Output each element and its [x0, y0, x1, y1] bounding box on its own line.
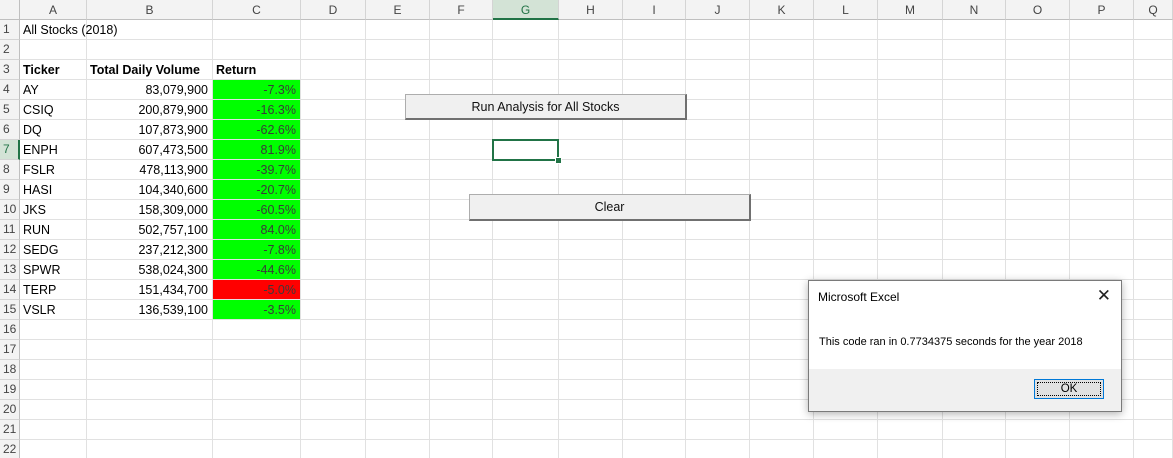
- column-header-d[interactable]: D: [301, 0, 366, 20]
- row-header-8[interactable]: 8: [0, 160, 20, 180]
- ticker-cell[interactable]: VSLR: [20, 300, 86, 319]
- row-header-22[interactable]: 22: [0, 440, 20, 458]
- row-header-20[interactable]: 20: [0, 400, 20, 420]
- ok-button[interactable]: OK: [1034, 379, 1104, 399]
- row-header-12[interactable]: 12: [0, 240, 20, 260]
- close-icon[interactable]: ✕: [1097, 286, 1111, 306]
- volume-cell[interactable]: 158,309,000: [87, 200, 212, 219]
- volume-cell[interactable]: 607,473,500: [87, 140, 212, 159]
- ticker-cell[interactable]: RUN: [20, 220, 86, 239]
- column-header-n[interactable]: N: [943, 0, 1006, 20]
- dialog-title: Microsoft Excel: [818, 290, 900, 304]
- row-header-1[interactable]: 1: [0, 20, 20, 40]
- return-cell[interactable]: -7.3%: [213, 80, 300, 99]
- volume-cell[interactable]: 237,212,300: [87, 240, 212, 259]
- volume-cell[interactable]: 200,879,900: [87, 100, 212, 119]
- ticker-cell[interactable]: HASI: [20, 180, 86, 199]
- column-header-h[interactable]: H: [559, 0, 623, 20]
- gridline-horizontal: [20, 419, 1173, 420]
- column-header-l[interactable]: L: [814, 0, 878, 20]
- ticker-cell[interactable]: TERP: [20, 280, 86, 299]
- return-cell[interactable]: -60.5%: [213, 200, 300, 219]
- column-header-f[interactable]: F: [430, 0, 493, 20]
- column-header-o[interactable]: O: [1006, 0, 1070, 20]
- sheet-title-cell[interactable]: All Stocks (2018): [20, 20, 212, 39]
- return-cell[interactable]: 84.0%: [213, 220, 300, 239]
- column-header-e[interactable]: E: [366, 0, 430, 20]
- column-header-q[interactable]: Q: [1134, 0, 1173, 20]
- column-header-a[interactable]: A: [20, 0, 87, 20]
- header-ticker-cell[interactable]: Ticker: [20, 60, 86, 79]
- ticker-cell[interactable]: FSLR: [20, 160, 86, 179]
- ticker-cell[interactable]: SPWR: [20, 260, 86, 279]
- volume-cell[interactable]: 136,539,100: [87, 300, 212, 319]
- column-header-c[interactable]: C: [213, 0, 301, 20]
- row-header-3[interactable]: 3: [0, 60, 20, 80]
- return-cell[interactable]: 81.9%: [213, 140, 300, 159]
- ticker-cell[interactable]: ENPH: [20, 140, 86, 159]
- volume-cell[interactable]: 107,873,900: [87, 120, 212, 139]
- row-header-18[interactable]: 18: [0, 360, 20, 380]
- ticker-cell[interactable]: CSIQ: [20, 100, 86, 119]
- row-header-2[interactable]: 2: [0, 40, 20, 60]
- row-header-14[interactable]: 14: [0, 280, 20, 300]
- row-header-11[interactable]: 11: [0, 220, 20, 240]
- row-header-17[interactable]: 17: [0, 340, 20, 360]
- row-header-4[interactable]: 4: [0, 80, 20, 100]
- row-header-21[interactable]: 21: [0, 420, 20, 440]
- ticker-cell[interactable]: JKS: [20, 200, 86, 219]
- row-header-6[interactable]: 6: [0, 120, 20, 140]
- row-header-19[interactable]: 19: [0, 380, 20, 400]
- row-header-10[interactable]: 10: [0, 200, 20, 220]
- return-cell[interactable]: -3.5%: [213, 300, 300, 319]
- row-header-9[interactable]: 9: [0, 180, 20, 200]
- volume-cell[interactable]: 538,024,300: [87, 260, 212, 279]
- row-header-7[interactable]: 7: [0, 140, 20, 160]
- row-header-15[interactable]: 15: [0, 300, 20, 320]
- clear-button[interactable]: Clear: [469, 194, 751, 221]
- column-header-p[interactable]: P: [1070, 0, 1134, 20]
- ticker-cell[interactable]: AY: [20, 80, 86, 99]
- header-volume-cell[interactable]: Total Daily Volume: [87, 60, 212, 79]
- volume-cell[interactable]: 83,079,900: [87, 80, 212, 99]
- volume-cell[interactable]: 502,757,100: [87, 220, 212, 239]
- fill-handle[interactable]: [555, 157, 562, 164]
- column-header-k[interactable]: K: [750, 0, 814, 20]
- column-header-j[interactable]: J: [686, 0, 750, 20]
- column-header-b[interactable]: B: [87, 0, 213, 20]
- header-return-cell[interactable]: Return: [213, 60, 300, 79]
- active-cell-g7[interactable]: [492, 139, 559, 161]
- ticker-cell[interactable]: DQ: [20, 120, 86, 139]
- return-cell[interactable]: -44.6%: [213, 260, 300, 279]
- volume-cell[interactable]: 151,434,700: [87, 280, 212, 299]
- return-cell[interactable]: -39.7%: [213, 160, 300, 179]
- dialog-footer: OK: [809, 369, 1121, 411]
- dialog-message: This code ran in 0.7734375 seconds for t…: [819, 336, 1083, 348]
- return-cell[interactable]: -16.3%: [213, 100, 300, 119]
- column-header-m[interactable]: M: [878, 0, 943, 20]
- gridline-horizontal: [20, 39, 1173, 40]
- return-cell[interactable]: -62.6%: [213, 120, 300, 139]
- run-analysis-button[interactable]: Run Analysis for All Stocks: [405, 94, 687, 120]
- return-cell[interactable]: -7.8%: [213, 240, 300, 259]
- message-box-dialog: Microsoft Excel ✕ This code ran in 0.773…: [808, 280, 1122, 412]
- return-cell[interactable]: -5.0%: [213, 280, 300, 299]
- row-header-16[interactable]: 16: [0, 320, 20, 340]
- ticker-cell[interactable]: SEDG: [20, 240, 86, 259]
- return-cell[interactable]: -20.7%: [213, 180, 300, 199]
- volume-cell[interactable]: 104,340,600: [87, 180, 212, 199]
- column-header-i[interactable]: I: [623, 0, 686, 20]
- select-all-corner[interactable]: [0, 0, 20, 20]
- row-header-5[interactable]: 5: [0, 100, 20, 120]
- volume-cell[interactable]: 478,113,900: [87, 160, 212, 179]
- row-header-13[interactable]: 13: [0, 260, 20, 280]
- gridline-horizontal: [20, 439, 1173, 440]
- column-header-g[interactable]: G: [493, 0, 559, 20]
